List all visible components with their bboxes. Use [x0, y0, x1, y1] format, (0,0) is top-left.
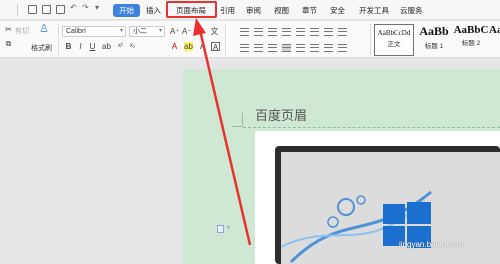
annotation-arrow: [193, 18, 252, 246]
wps-writer-window: ↶ ↷ ▾ 开始 插入 页面布局 引用 审阅 视图 章节 安全 开发工具 云服务…: [0, 0, 500, 264]
